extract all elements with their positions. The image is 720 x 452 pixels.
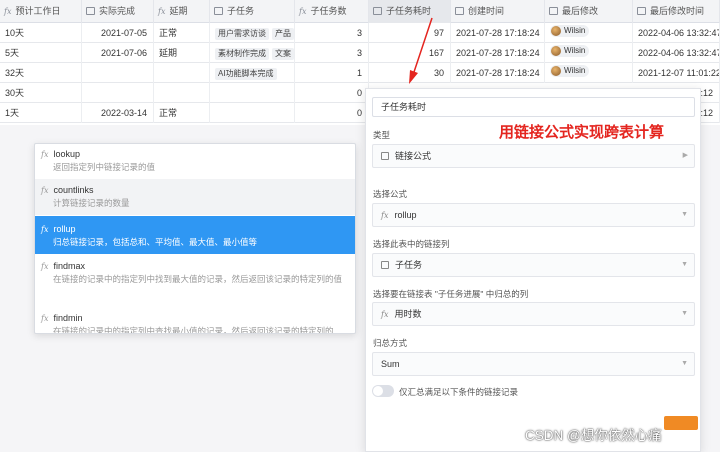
annotation-text: 用链接公式实现跨表计算 <box>499 124 665 141</box>
watermark-badge <box>664 416 698 430</box>
watermark: CSDN @想你依然心痛 <box>525 428 662 443</box>
annotation-arrow <box>409 17 433 84</box>
